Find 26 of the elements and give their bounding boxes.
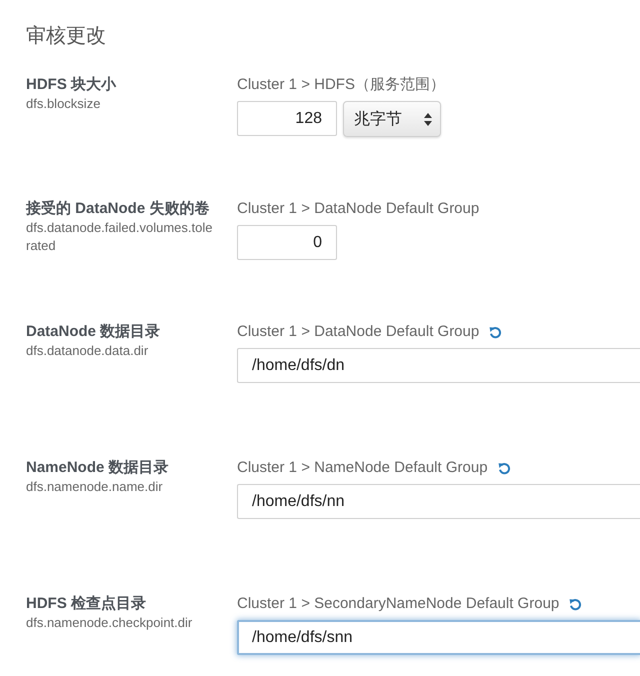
undo-icon[interactable]	[489, 326, 502, 338]
path-input[interactable]: /home/dfs/nn	[237, 484, 640, 519]
setting-label: DataNode 数据目录	[26, 322, 160, 342]
scope-text: Cluster 1 > HDFS（服务范围）	[237, 75, 445, 95]
up-down-arrows-icon	[424, 112, 432, 126]
setting-label: HDFS 块大小	[26, 75, 116, 95]
path-input[interactable]: /home/dfs/snn	[237, 620, 640, 655]
undo-icon[interactable]	[498, 462, 511, 474]
number-input[interactable]: 0	[237, 225, 337, 260]
scope-text: Cluster 1 > SecondaryNameNode Default Group	[237, 594, 560, 614]
property-key: dfs.datanode.failed.volumes.tolerated	[26, 219, 216, 255]
unit-select[interactable]: 兆字节	[343, 101, 441, 137]
property-key: dfs.blocksize	[26, 95, 100, 113]
undo-icon[interactable]	[569, 598, 582, 610]
property-key: dfs.datanode.data.dir	[26, 342, 148, 360]
setting-label: HDFS 检查点目录	[26, 594, 146, 614]
property-key: dfs.namenode.name.dir	[26, 478, 163, 496]
setting-label: 接受的 DataNode 失败的卷	[26, 199, 210, 219]
scope-text: Cluster 1 > DataNode Default Group	[237, 322, 480, 342]
path-input[interactable]: /home/dfs/dn	[237, 348, 640, 383]
scope-text: Cluster 1 > NameNode Default Group	[237, 458, 488, 478]
page-title: 审核更改	[26, 24, 107, 49]
number-input[interactable]: 128	[237, 101, 337, 136]
property-key: dfs.namenode.checkpoint.dir	[26, 614, 192, 632]
scope-text: Cluster 1 > DataNode Default Group	[237, 199, 480, 219]
setting-label: NameNode 数据目录	[26, 458, 169, 478]
